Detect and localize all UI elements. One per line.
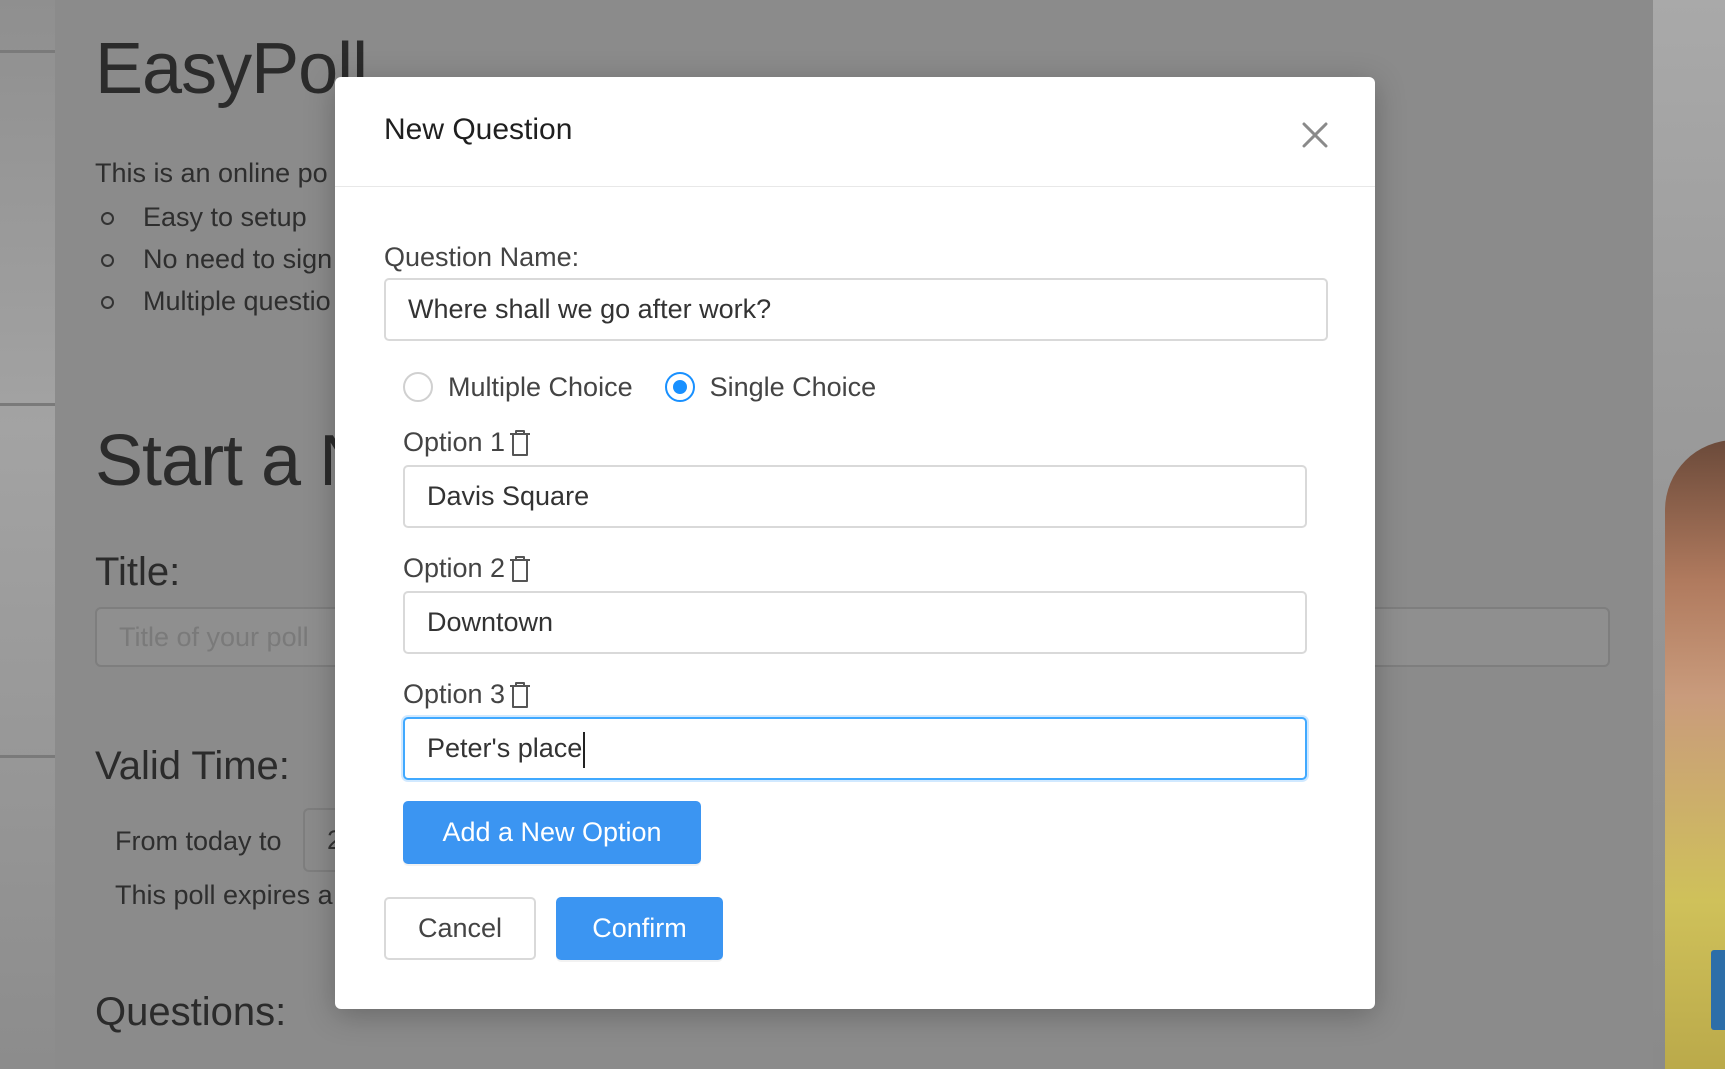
modal-title: New Question [384,113,573,146]
radio-checked-icon [664,372,695,402]
option-label: Option 3 [403,679,506,709]
multiple-choice-radio[interactable]: Multiple Choice [403,372,633,403]
close-icon[interactable] [1295,115,1335,155]
feature-item: No need to sign [100,238,332,280]
expires-text: This poll expires a [115,880,333,910]
single-choice-radio[interactable]: Single Choice [664,371,877,403]
feature-item: Multiple questio [100,280,332,322]
background-right-photo [1653,0,1725,1069]
section-title: Start a N [95,421,371,501]
trash-icon[interactable] [507,680,533,710]
app-title: EasyPoll [95,29,368,109]
trash-icon[interactable] [507,428,533,458]
questions-label: Questions: [95,990,287,1034]
intro-text: This is an online po [95,158,328,188]
option-label: Option 1 [403,427,506,457]
radio-label: Multiple Choice [448,371,633,402]
choice-type-group: Multiple Choice Single Choice [403,367,908,407]
question-name-label: Question Name: [384,242,580,272]
radio-label: Single Choice [709,371,877,402]
modal-header: New Question [335,77,1375,187]
background-left-edge [0,0,55,1069]
radio-unchecked-icon [403,372,433,402]
new-question-modal: New Question Question Name: Where shall … [335,77,1375,1009]
option-1-label-row: Option 1 [403,427,533,458]
cancel-button[interactable]: Cancel [384,897,536,960]
question-name-input[interactable]: Where shall we go after work? [384,278,1328,341]
from-today-text: From today to [115,826,282,856]
option-3-label-row: Option 3 [403,679,533,710]
option-1-input[interactable]: Davis Square [403,465,1307,528]
trash-icon[interactable] [507,554,533,584]
confirm-button[interactable]: Confirm [556,897,723,960]
feature-item: Easy to setup [100,196,332,238]
valid-time-label: Valid Time: [95,744,290,788]
feature-list: Easy to setup No need to sign Multiple q… [95,196,332,322]
text-caret [583,731,586,768]
background-phone-image [1711,950,1725,1030]
poll-title-label: Title: [95,550,181,594]
option-3-value: Peter's place [427,733,583,763]
option-3-input[interactable]: Peter's place [403,717,1307,780]
option-2-input[interactable]: Downtown [403,591,1307,654]
add-option-button[interactable]: Add a New Option [403,801,701,864]
option-label: Option 2 [403,553,506,583]
option-2-label-row: Option 2 [403,553,533,584]
